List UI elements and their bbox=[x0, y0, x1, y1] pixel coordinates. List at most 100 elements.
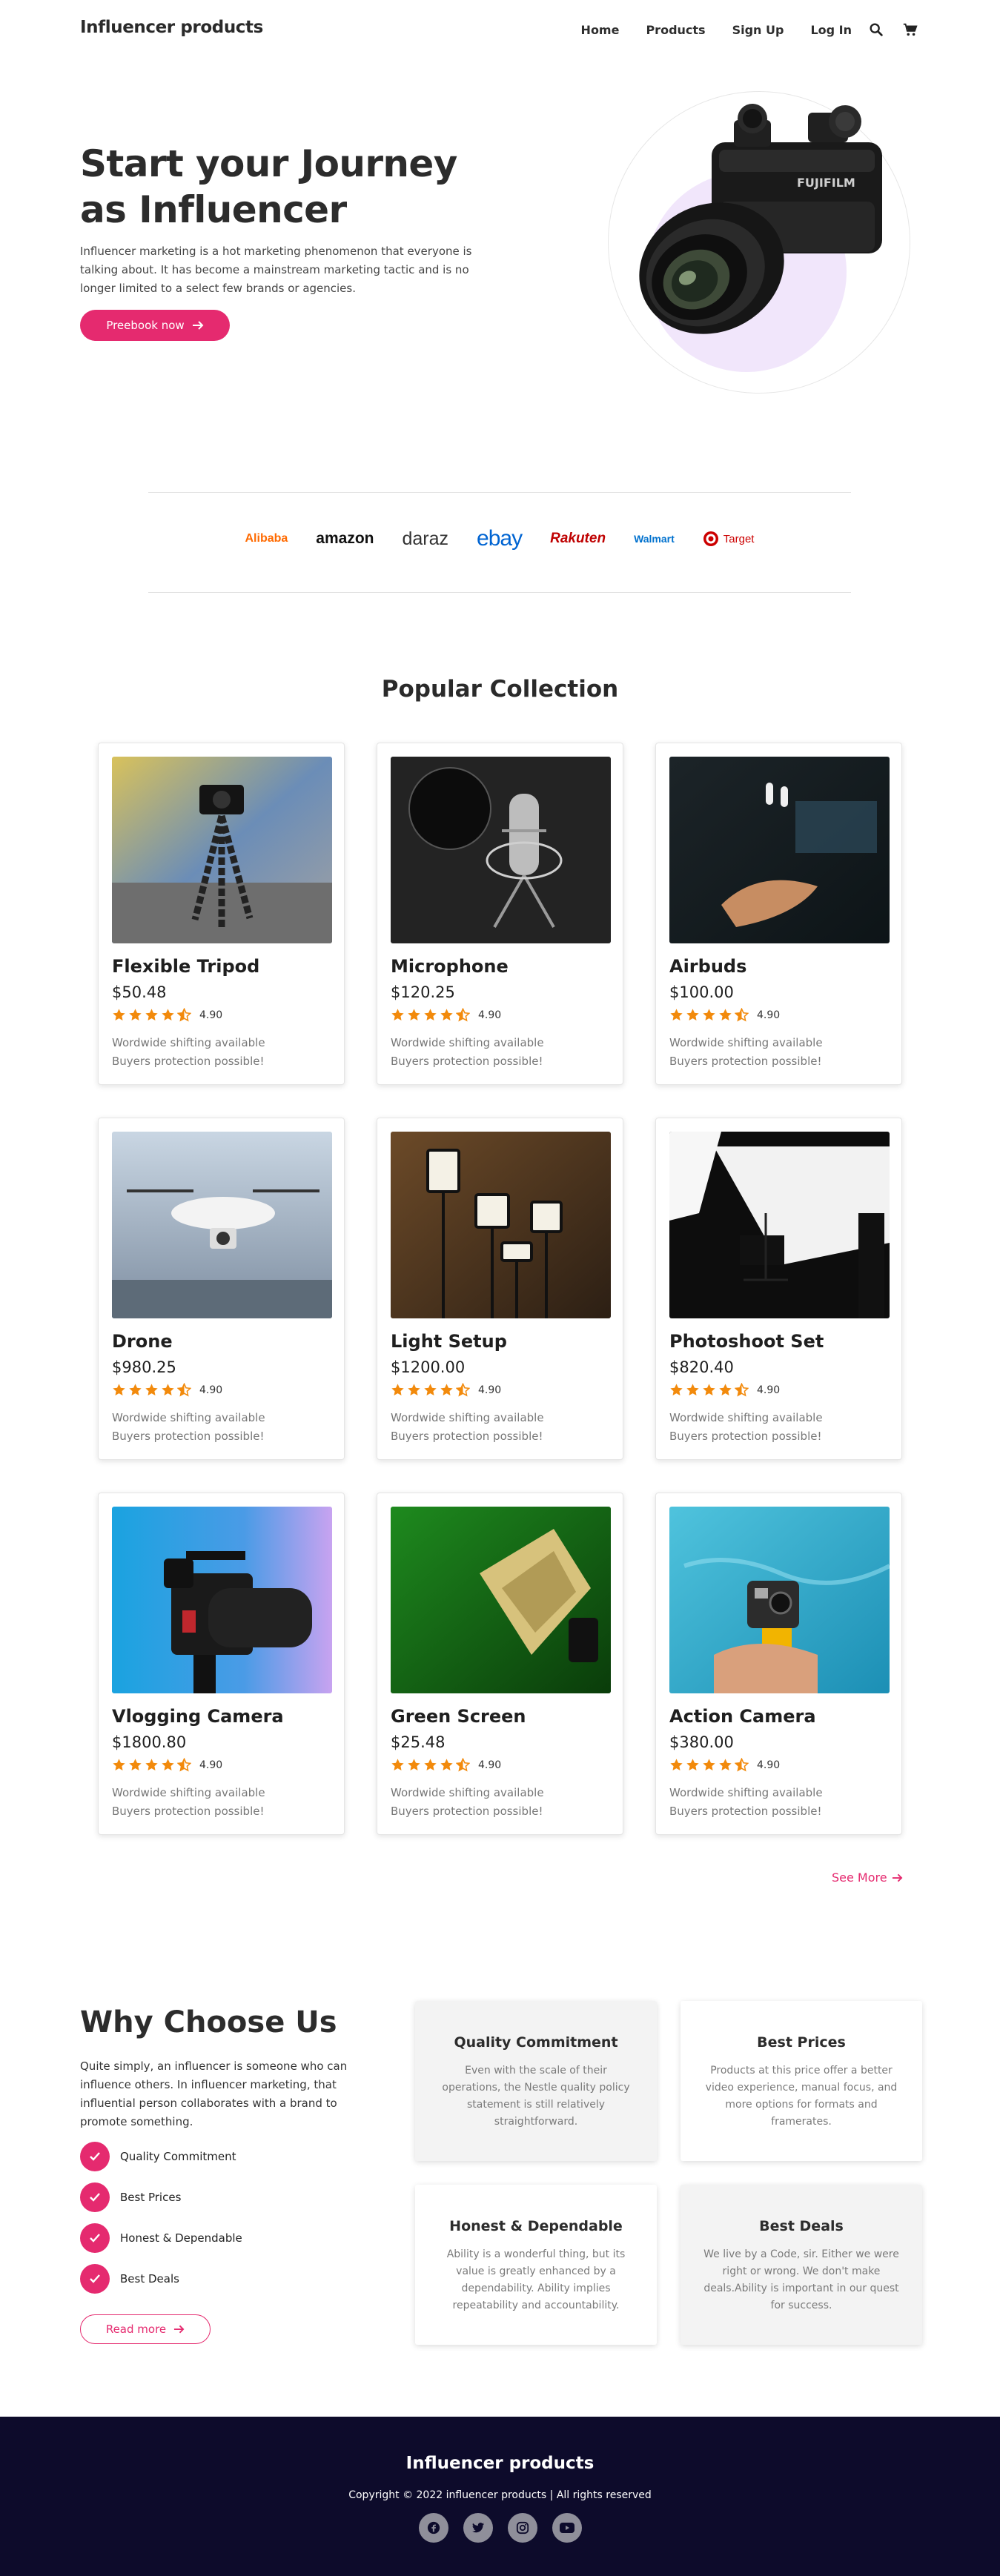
prebook-button[interactable]: Preebook now bbox=[80, 310, 230, 341]
product-card[interactable]: Photoshoot Set $820.40 4.90 Wordwide shi… bbox=[655, 1118, 902, 1460]
shipping-info: Wordwide shifting available Buyers prote… bbox=[112, 1034, 265, 1071]
product-rating: 4.90 bbox=[669, 1008, 780, 1022]
nav-link-login[interactable]: Log In bbox=[810, 23, 852, 37]
shipping-line: Wordwide shifting available bbox=[112, 1786, 265, 1799]
product-card[interactable]: Drone $980.25 4.90 Wordwide shifting ava… bbox=[98, 1118, 345, 1460]
nav-link-home[interactable]: Home bbox=[581, 23, 620, 37]
feature-title: Best Prices bbox=[757, 2034, 846, 2051]
see-more-label: See More bbox=[832, 1870, 887, 1885]
product-image-microphone bbox=[391, 757, 611, 943]
half-star-icon bbox=[735, 1383, 749, 1397]
why-item-label: Best Prices bbox=[120, 2191, 182, 2204]
alibaba-logo: Alibaba bbox=[245, 532, 288, 545]
feature-title: Quality Commitment bbox=[454, 2034, 618, 2051]
star-icon bbox=[719, 1384, 732, 1396]
star-icon bbox=[719, 1759, 732, 1771]
star-icon bbox=[129, 1384, 142, 1396]
brand-logo[interactable]: Influencer products bbox=[80, 18, 263, 37]
shipping-info: Wordwide shifting available Buyers prote… bbox=[112, 1784, 265, 1821]
shipping-info: Wordwide shifting available Buyers prote… bbox=[391, 1409, 544, 1446]
product-image-airbuds bbox=[669, 757, 890, 943]
brands-divider-top bbox=[148, 492, 851, 493]
product-card[interactable]: Flexible Tripod $50.48 4.90 Wordwide shi… bbox=[98, 743, 345, 1085]
product-name: Airbuds bbox=[669, 956, 747, 977]
feature-text: Products at this price offer a better vi… bbox=[705, 2065, 898, 2128]
rating-value: 4.90 bbox=[199, 1009, 223, 1021]
target-icon bbox=[703, 531, 718, 546]
half-star-icon bbox=[177, 1383, 191, 1397]
shipping-line: Wordwide shifting available bbox=[669, 1786, 823, 1799]
star-icon bbox=[686, 1384, 699, 1396]
feature-title: Honest & Dependable bbox=[449, 2218, 623, 2234]
brands-divider-bottom bbox=[148, 592, 851, 593]
product-price: $980.25 bbox=[112, 1358, 176, 1376]
nav-links: Home Products Sign Up Log In bbox=[581, 23, 852, 37]
shipping-info: Wordwide shifting available Buyers prote… bbox=[391, 1034, 544, 1071]
product-price: $1200.00 bbox=[391, 1358, 466, 1376]
protection-line: Buyers protection possible! bbox=[669, 1055, 822, 1068]
shipping-line: Wordwide shifting available bbox=[391, 1036, 544, 1049]
brand-logos: Alibaba amazon daraz ebay Rakuten Walmar… bbox=[148, 526, 851, 551]
product-card[interactable]: Vlogging Camera $1800.80 4.90 Wordwide s… bbox=[98, 1493, 345, 1835]
product-name: Photoshoot Set bbox=[669, 1331, 824, 1352]
cart-icon[interactable] bbox=[902, 21, 918, 38]
target-logo-text: Target bbox=[723, 532, 755, 545]
read-more-button[interactable]: Read more bbox=[80, 2314, 211, 2344]
star-icon bbox=[391, 1759, 404, 1771]
shipping-line: Wordwide shifting available bbox=[391, 1411, 544, 1424]
product-card[interactable]: Light Setup $1200.00 4.90 Wordwide shift… bbox=[377, 1118, 623, 1460]
feature-title: Best Deals bbox=[759, 2218, 844, 2234]
rating-value: 4.90 bbox=[478, 1009, 502, 1021]
half-star-icon bbox=[735, 1008, 749, 1022]
product-card[interactable]: Green Screen $25.48 4.90 Wordwide shifti… bbox=[377, 1493, 623, 1835]
product-name: Vlogging Camera bbox=[112, 1706, 284, 1727]
star-icon bbox=[391, 1384, 404, 1396]
shipping-info: Wordwide shifting available Buyers prote… bbox=[669, 1034, 823, 1071]
search-icon[interactable] bbox=[868, 21, 884, 38]
star-icon bbox=[686, 1759, 699, 1771]
product-card[interactable]: Microphone $120.25 4.90 Wordwide shiftin… bbox=[377, 743, 623, 1085]
nav-link-products[interactable]: Products bbox=[646, 23, 705, 37]
star-icon bbox=[145, 1384, 158, 1396]
product-image-photoshoot-set bbox=[669, 1132, 890, 1318]
twitter-icon[interactable] bbox=[463, 2513, 493, 2543]
shipping-line: Wordwide shifting available bbox=[391, 1786, 544, 1799]
star-icon bbox=[408, 1759, 420, 1771]
star-icon bbox=[113, 1759, 125, 1771]
instagram-icon[interactable] bbox=[507, 2513, 537, 2543]
product-rating: 4.90 bbox=[669, 1383, 780, 1397]
product-price: $25.48 bbox=[391, 1733, 446, 1751]
product-price: $100.00 bbox=[669, 983, 734, 1001]
product-card[interactable]: Airbuds $100.00 4.90 Wordwide shifting a… bbox=[655, 743, 902, 1085]
product-price: $120.25 bbox=[391, 983, 455, 1001]
nav-link-signup[interactable]: Sign Up bbox=[732, 23, 784, 37]
product-card[interactable]: Action Camera $380.00 4.90 Wordwide shif… bbox=[655, 1493, 902, 1835]
check-icon bbox=[80, 2142, 110, 2171]
star-icon bbox=[162, 1759, 174, 1771]
why-item-label: Honest & Dependable bbox=[120, 2231, 242, 2245]
shipping-info: Wordwide shifting available Buyers prote… bbox=[669, 1409, 823, 1446]
facebook-icon[interactable] bbox=[418, 2513, 448, 2543]
youtube-icon[interactable] bbox=[552, 2513, 582, 2543]
top-nav: Influencer products Home Products Sign U… bbox=[0, 0, 1000, 62]
shipping-info: Wordwide shifting available Buyers prote… bbox=[669, 1784, 823, 1821]
product-rating: 4.90 bbox=[669, 1758, 780, 1772]
camera-image: FUJIFILM bbox=[639, 104, 882, 334]
star-icon bbox=[408, 1009, 420, 1021]
feature-text: Even with the scale of their operations,… bbox=[442, 2065, 630, 2128]
product-rating: 4.90 bbox=[391, 1383, 501, 1397]
protection-line: Buyers protection possible! bbox=[391, 1805, 543, 1818]
star-icon bbox=[440, 1759, 453, 1771]
product-rating: 4.90 bbox=[391, 1758, 501, 1772]
why-item: Best Prices bbox=[80, 2182, 181, 2212]
footer-copyright: Copyright © 2022 influencer products | A… bbox=[348, 2489, 652, 2501]
footer: Influencer products Copyright © 2022 inf… bbox=[0, 2417, 1000, 2576]
product-image-light-setup bbox=[391, 1132, 611, 1318]
product-price: $1800.80 bbox=[112, 1733, 187, 1751]
star-icon bbox=[129, 1009, 142, 1021]
star-icon bbox=[408, 1384, 420, 1396]
star-icon bbox=[670, 1009, 683, 1021]
check-icon bbox=[80, 2264, 110, 2294]
rating-value: 4.90 bbox=[757, 1009, 781, 1021]
see-more-link[interactable]: See More bbox=[832, 1870, 903, 1885]
